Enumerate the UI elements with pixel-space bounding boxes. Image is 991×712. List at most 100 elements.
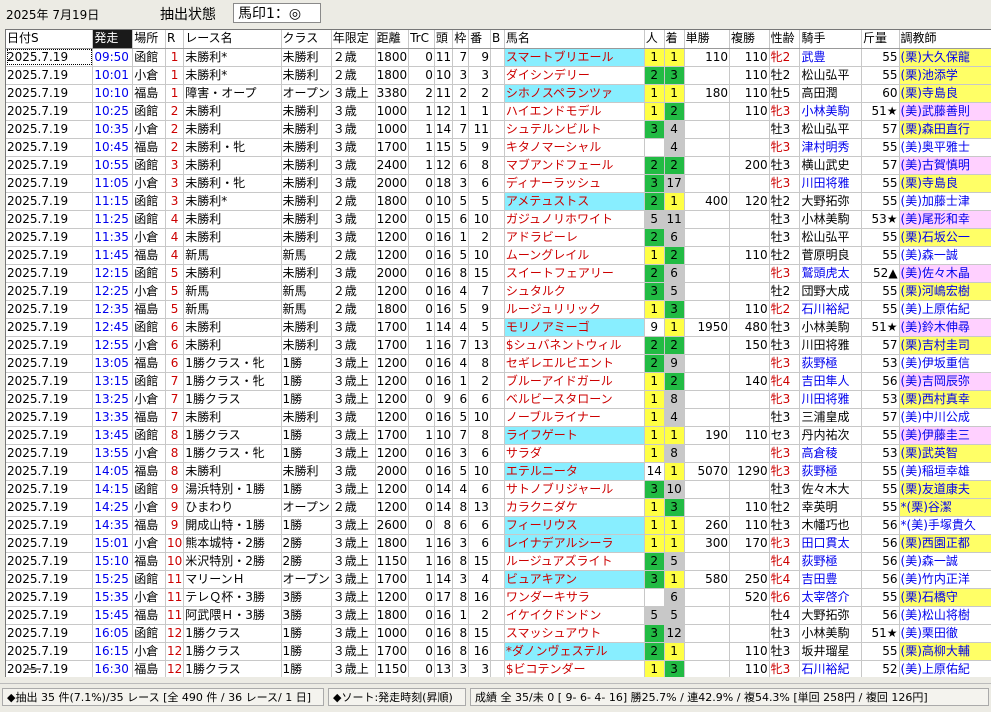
table-row[interactable]: 2025.7.19 10:10 福島 1 障害・オープ オープン ３歳上 3380 2 11 2 2 シ… [6,84,991,103]
table-row[interactable]: 2025.7.19 16:30 福島 12 1勝クラス 1勝 ３歳上 1150 0 13 3 3 $ビコ… [6,660,991,677]
table-row[interactable]: 2025.7.19 16:05 函館 12 1勝クラス 1勝 ３歳上 1000 0 16 8 15 スマ… [6,624,991,643]
column-header-8[interactable]: TrC [408,30,435,49]
table-row[interactable]: 2025.7.19 12:35 福島 5 新馬 新馬 ２歳 1800 0 16 5 9 ルージュリリック… [6,300,991,319]
column-header-0[interactable]: 日付S [6,30,94,49]
cell-場所: 福島 [132,408,166,427]
table-row[interactable]: 2025.7.19 10:55 函館 3 未勝利 未勝利 ３歳 2400 1 12 6 8 マブアンドフ… [6,156,991,175]
cell-人: 1 [644,408,665,427]
table-row[interactable]: 2025.7.19 10:01 小倉 1 未勝利* 未勝利 ２歳 1800 0 10 3 3 ダイシンデ… [6,66,991,85]
cell-斤量: 52 [861,660,900,677]
column-header-20[interactable]: 斤量 [861,30,900,49]
cell-単勝 [684,156,730,175]
table-row[interactable]: 2025.7.19 09:50 函館 1 未勝利* 未勝利 ２歳 1800 0 11 7 9 スマートブ… [6,48,991,67]
cell-年限定: ３歳 [331,336,376,355]
filter-value[interactable]: 馬印1：◎ [233,3,321,23]
table-row[interactable]: 2025.7.19 11:35 小倉 4 未勝利 未勝利 ３歳 1200 0 16 1 2 アドラビーレ… [6,228,991,247]
cell-複勝 [729,282,770,301]
cell-TrC: 0 [408,210,435,229]
cell-着: 1 [664,84,685,103]
column-header-15[interactable]: 着 [664,30,685,49]
cell-騎手: 荻野極 [799,462,862,481]
column-header-6[interactable]: 年限定 [331,30,376,49]
table-row[interactable]: 2025.7.19 13:55 小倉 8 1勝クラス・牝 1勝 ３歳上 1200 0 16 3 6 サラ… [6,444,991,463]
cell-TrC: 0 [408,192,435,211]
table-row[interactable]: 2025.7.19 14:35 福島 9 開成山特・1勝 1勝 ３歳上 2600 0 8 6 6 フィー… [6,516,991,535]
table-row[interactable]: 2025.7.19 15:35 小倉 11 テレＱ杯・3勝 3勝 ３歳上 1200 0 17 8 16… [6,588,991,607]
cell-調教師: (栗)西村真幸 [899,390,991,409]
cell-調教師: (美)吉岡辰弥 [899,372,991,391]
cell-R: 3 [165,192,185,211]
column-header-18[interactable]: 性齢 [769,30,801,49]
cell-レース名: 新馬 [183,300,282,319]
cell-発走: 15:45 [92,606,134,625]
column-header-16[interactable]: 単勝 [684,30,730,49]
column-header-17[interactable]: 複勝 [729,30,770,49]
table-row[interactable]: 2025.7.19 10:25 函館 2 未勝利 未勝利 ３歳 1000 1 12 1 1 ハイエンドモ… [6,102,991,121]
table-row[interactable]: 2025.7.19 11:05 小倉 3 未勝利・牝 未勝利 ３歳 2000 0 18 3 6 ディナー… [6,174,991,193]
table-row[interactable]: 2025.7.19 12:15 函館 5 未勝利 未勝利 ３歳 2000 0 16 8 15 スイートフ… [6,264,991,283]
cell-距離: 1000 [375,102,410,121]
table-row[interactable]: 2025.7.19 12:25 小倉 5 新馬 新馬 ２歳 1200 0 16 4 7 シュタルク 3 5 牡… [6,282,991,301]
cell-年限定: ２歳 [331,246,376,265]
table-row[interactable]: 2025.7.19 13:05 福島 6 1勝クラス・牝 1勝 ３歳上 1200 0 16 4 8 セギ… [6,354,991,373]
cell-騎手: 武豊 [799,48,862,67]
cell-頭: 11 [434,84,454,103]
table-row[interactable]: 2025.7.19 12:45 函館 6 未勝利 未勝利 ３歳 1700 1 14 4 5 モリノアミー… [6,318,991,337]
table-row[interactable]: 2025.7.19 12:55 小倉 6 未勝利 未勝利 ３歳 1700 1 16 7 13 $シュバネ… [6,336,991,355]
column-header-10[interactable]: 枠 [452,30,470,49]
scroll-indicator[interactable] [25,668,41,670]
cell-性齢: 牡4 [769,606,801,625]
column-header-2[interactable]: 場所 [132,30,166,49]
column-header-3[interactable]: R [165,30,185,49]
column-header-7[interactable]: 距離 [375,30,410,49]
column-header-14[interactable]: 人 [644,30,665,49]
cell-馬名: ムーングレイル [504,246,645,265]
table-row[interactable]: 2025.7.19 13:15 函館 7 1勝クラス・牝 1勝 ３歳上 1200 0 16 1 2 ブル… [6,372,991,391]
column-header-5[interactable]: クラス [281,30,332,49]
table-row[interactable]: 2025.7.19 13:45 函館 8 1勝クラス 1勝 ３歳上 1700 1 10 7 8 ライフゲ… [6,426,991,445]
cell-場所: 小倉 [132,228,166,247]
table-row[interactable]: 2025.7.19 13:35 福島 7 未勝利 未勝利 ３歳 1200 0 16 5 10 ノーブルラ… [6,408,991,427]
table-row[interactable]: 2025.7.19 13:25 小倉 7 1勝クラス 1勝 ３歳上 1200 0 9 6 6 ベルビース… [6,390,991,409]
cell-場所: 小倉 [132,282,166,301]
cell-性齢: 牡2 [769,246,801,265]
table-row[interactable]: 2025.7.19 14:05 福島 8 未勝利 未勝利 ３歳 2000 0 16 5 10 エテルニー… [6,462,991,481]
column-header-13[interactable]: 馬名 [504,30,645,49]
cell-騎手: 菅原明良 [799,246,862,265]
cell-B [490,174,505,193]
table-row[interactable]: 2025.7.19 10:35 小倉 2 未勝利 未勝利 ３歳 1000 1 14 7 11 シュテルン… [6,120,991,139]
column-header-4[interactable]: レース名 [183,30,282,49]
cell-斤量: 51★ [861,624,900,643]
column-header-1[interactable]: 発走 [92,30,134,49]
cell-TrC: 0 [408,282,435,301]
table-row[interactable]: 2025.7.19 11:15 函館 3 未勝利* 未勝利 ２歳 1800 0 10 5 5 アメテュス… [6,192,991,211]
cell-B [490,534,505,553]
table-row[interactable]: 2025.7.19 15:25 函館 11 マリーンＨ オープン ３歳上 1700 1 14 3 4 ビ… [6,570,991,589]
table-row[interactable]: 2025.7.19 14:15 函館 9 湯浜特別・1勝 1勝 ３歳上 1200 0 14 4 6 サト… [6,480,991,499]
column-header-19[interactable]: 騎手 [799,30,862,49]
column-header-11[interactable]: 番 [468,30,491,49]
cell-番: 3 [468,660,491,677]
cell-調教師: (美)松山将樹 [899,606,991,625]
race-results-grid[interactable]: 日付S 発走 場所 R レース名 クラス 年限定 距離 TrC 頭枠番 B 馬名人着単勝 複勝 性齢 騎手斤… [5,29,991,677]
cell-TrC: 0 [408,624,435,643]
table-row[interactable]: 2025.7.19 16:15 小倉 12 1勝クラス 1勝 ３歳上 1700 0 16 8 16 *ダ… [6,642,991,661]
cell-R: 3 [165,156,185,175]
column-header-9[interactable]: 頭 [434,30,454,49]
table-row[interactable]: 2025.7.19 14:25 小倉 9 ひまわり オープン ２歳 1200 0 14 8 13 カラク… [6,498,991,517]
cell-頭: 16 [434,300,454,319]
cell-馬名: モリノアミーゴ [504,318,645,337]
cell-距離: 1000 [375,120,410,139]
status-sort[interactable]: ◆ソート:発走時刻(昇順) [328,688,466,706]
table-row[interactable]: 2025.7.19 11:45 福島 4 新馬 新馬 ２歳 1200 0 16 5 10 ムーングレイル… [6,246,991,265]
column-header-12[interactable]: B [490,30,505,49]
table-row[interactable]: 2025.7.19 10:45 福島 2 未勝利・牝 未勝利 ３歳 1700 1 15 5 9 キタノマ… [6,138,991,157]
table-row[interactable]: 2025.7.19 15:01 小倉 10 熊本城特・2勝 2勝 ３歳上 1800 1 16 3 6 レ… [6,534,991,553]
table-row[interactable]: 2025.7.19 11:25 函館 4 未勝利 未勝利 ３歳 1200 0 15 6 10 ガジュノリ… [6,210,991,229]
cell-性齢: 牝2 [769,300,801,319]
cell-枠: 3 [452,570,470,589]
table-row[interactable]: 2025.7.19 15:45 福島 11 阿武隈Ｈ・3勝 3勝 ３歳上 1800 0 16 1 2 イ… [6,606,991,625]
cell-年限定: ３歳上 [331,444,376,463]
table-row[interactable]: 2025.7.19 15:10 福島 10 米沢特別・2勝 2勝 ３歳上 1150 1 16 8 15… [6,552,991,571]
column-header-21[interactable]: 調教師 [899,30,991,49]
